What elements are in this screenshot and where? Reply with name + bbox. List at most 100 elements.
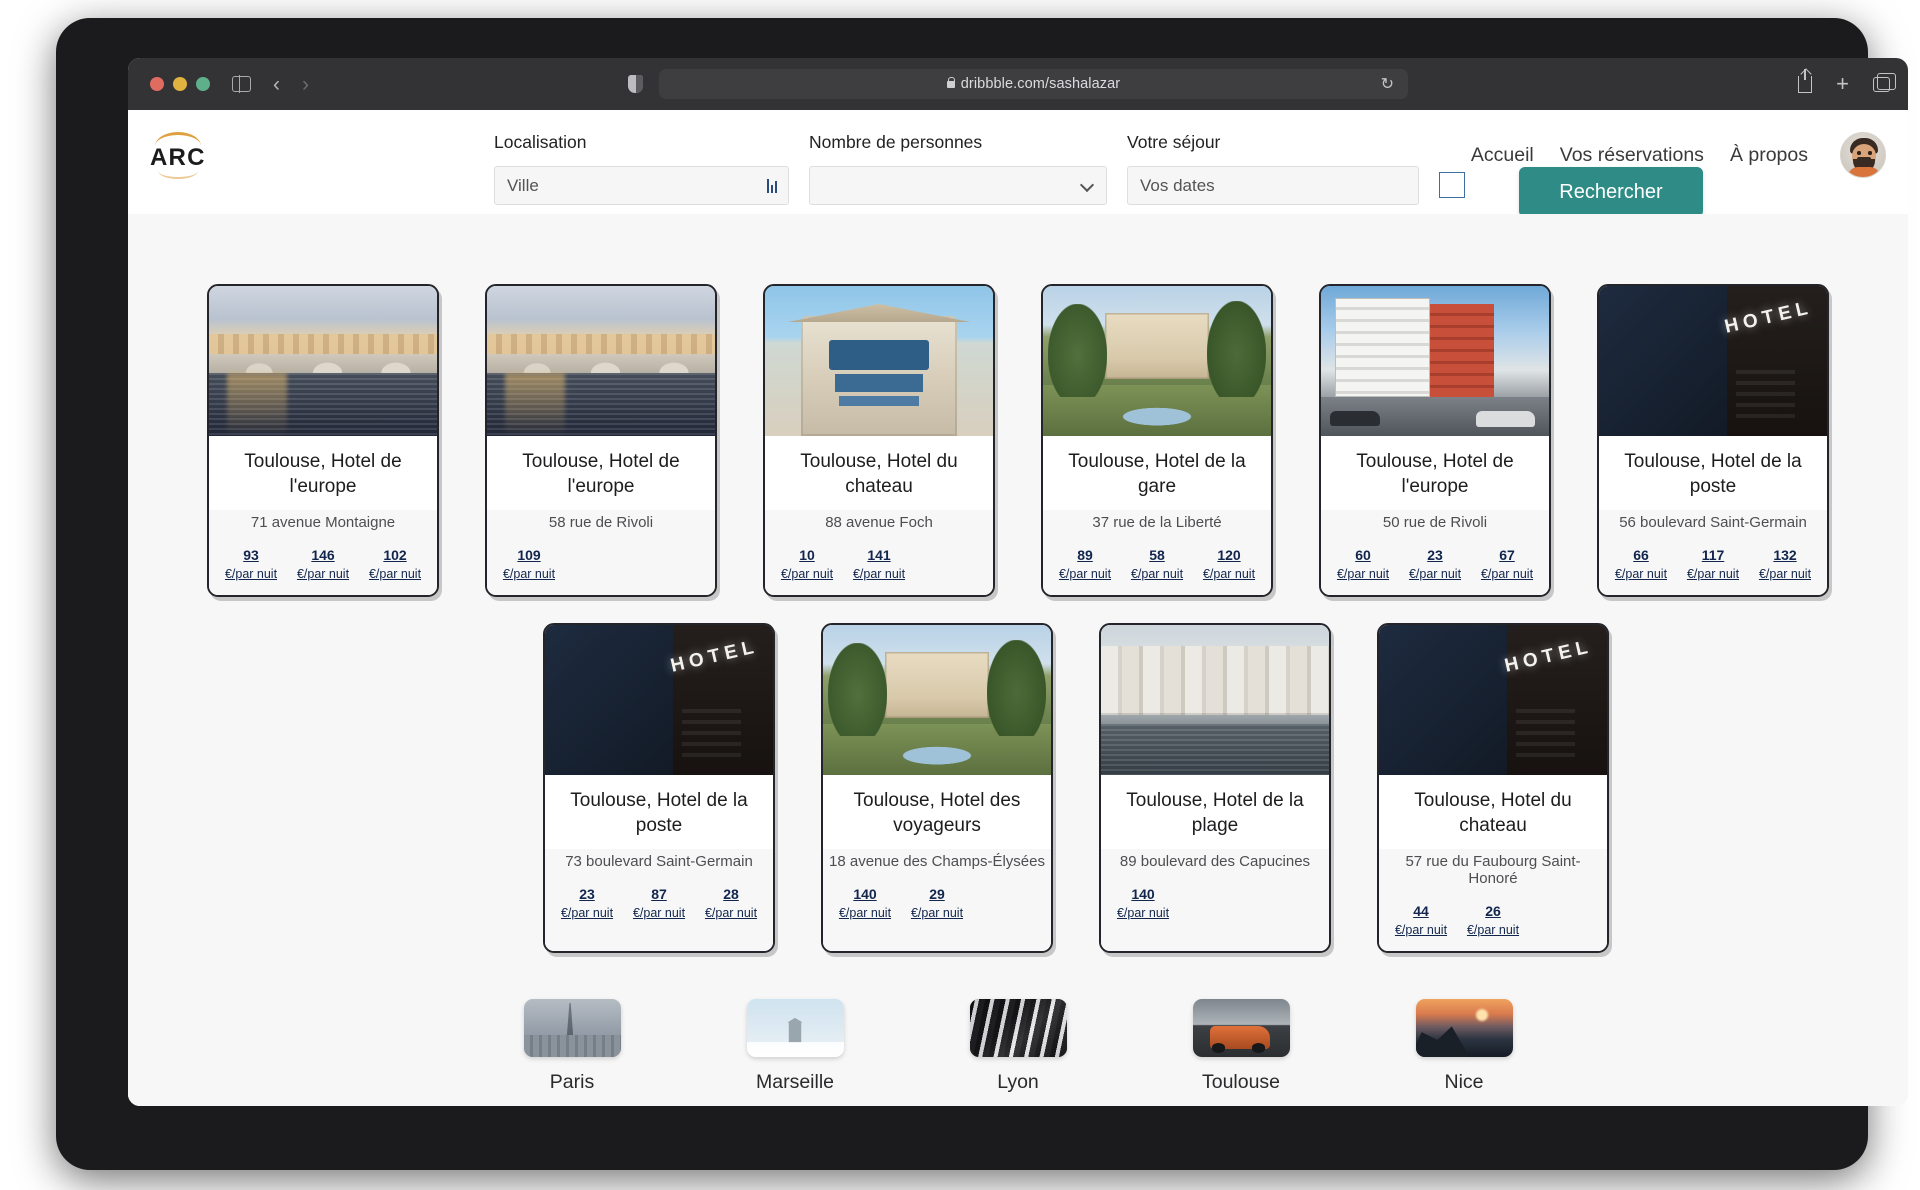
price-value[interactable]: 89	[1077, 547, 1093, 563]
address-bar[interactable]: dribbble.com/sashalazar ↻	[659, 69, 1408, 99]
hotel-card[interactable]: Toulouse, Hotel du chateau88 avenue Foch…	[763, 284, 995, 597]
price-cell[interactable]: 87 €/par nuit	[623, 886, 695, 937]
price-value[interactable]: 102	[383, 547, 406, 563]
price-cell[interactable]: 44€/par nuit	[1385, 903, 1457, 937]
hotel-card[interactable]: HOTELToulouse, Hotel de la poste73 boule…	[543, 623, 775, 953]
price-value[interactable]: 29	[929, 886, 945, 902]
price-value[interactable]: 87	[651, 886, 667, 902]
price-cell[interactable]: 10 €/par nuit	[771, 547, 843, 581]
shield-icon[interactable]	[628, 75, 643, 93]
nav-item-apropos[interactable]: À propos	[1730, 144, 1808, 167]
price-value[interactable]: 60	[1355, 547, 1371, 563]
price-cell[interactable]: 67 €/par nuit	[1471, 547, 1543, 581]
location-input[interactable]: Ville	[494, 166, 789, 205]
city-item-nice[interactable]: Nice	[1416, 999, 1513, 1094]
price-unit[interactable]: €/par nuit	[359, 567, 431, 581]
price-cell[interactable]: 23 €/par nuit	[551, 886, 623, 937]
price-value[interactable]: 26	[1485, 903, 1501, 919]
price-value[interactable]: 28	[723, 886, 739, 902]
price-unit[interactable]: €/par nuit	[1399, 567, 1471, 581]
price-unit[interactable]: €/par nuit	[1677, 567, 1749, 581]
price-unit[interactable]: €/par nuit	[1749, 567, 1821, 581]
price-cell[interactable]: 29 €/par nuit	[901, 886, 973, 937]
price-unit[interactable]: €/par nuit	[215, 567, 287, 581]
hotel-card[interactable]: HOTELToulouse, Hotel de la poste56 boule…	[1597, 284, 1829, 597]
price-unit[interactable]: €/par nuit	[1049, 567, 1121, 581]
hotel-card[interactable]: Toulouse, Hotel de l'europe58 rue de Riv…	[485, 284, 717, 597]
price-cell[interactable]: 89 €/par nuit	[1049, 547, 1121, 581]
price-cell[interactable]: 140 €/par nuit	[829, 886, 901, 937]
tabs-overview-icon[interactable]	[1873, 77, 1890, 92]
city-item-toulouse[interactable]: Toulouse	[1193, 999, 1290, 1094]
price-unit[interactable]: €/par nuit	[1121, 567, 1193, 581]
back-button[interactable]: ‹	[273, 74, 280, 95]
price-cell[interactable]: 28 €/par nuit	[695, 886, 767, 937]
hotel-card[interactable]: Toulouse, Hotel de la plage89 boulevard …	[1099, 623, 1331, 953]
maximize-window-button[interactable]	[196, 77, 210, 91]
price-cell[interactable]: 58 €/par nuit	[1121, 547, 1193, 581]
price-cell[interactable]: 132 €/par nuit	[1749, 547, 1821, 581]
price-cell[interactable]: 26 €/par nuit	[1457, 903, 1529, 937]
price-cell[interactable]: 23 €/par nuit	[1399, 547, 1471, 581]
price-value[interactable]: 93	[243, 547, 259, 563]
people-select[interactable]	[809, 166, 1107, 205]
price-cell[interactable]: 117€/par nuit	[1677, 547, 1749, 581]
price-unit[interactable]: €/par nuit	[287, 567, 359, 581]
forward-button[interactable]: ›	[302, 74, 309, 95]
price-unit[interactable]: €/par nuit	[771, 567, 843, 581]
close-window-button[interactable]	[150, 77, 164, 91]
price-value[interactable]: 67	[1499, 547, 1515, 563]
window-controls[interactable]	[150, 77, 210, 91]
hotel-card[interactable]: Toulouse, Hotel de l'europe71 avenue Mon…	[207, 284, 439, 597]
price-value[interactable]: 132	[1773, 547, 1796, 563]
price-value[interactable]: 44	[1413, 903, 1429, 919]
price-value[interactable]: 10	[799, 547, 815, 563]
search-option-checkbox[interactable]	[1439, 172, 1465, 198]
price-value[interactable]: 58	[1149, 547, 1165, 563]
price-value[interactable]: 109	[517, 547, 540, 563]
price-cell[interactable]: 93 €/par nuit	[215, 547, 287, 581]
price-unit[interactable]: €/par nuit	[843, 567, 915, 581]
price-cell[interactable]: 66€/par nuit	[1605, 547, 1677, 581]
nav-item-accueil[interactable]: Accueil	[1471, 144, 1534, 167]
nav-item-reservations[interactable]: Vos réservations	[1560, 144, 1704, 167]
price-unit[interactable]: €/par nuit	[1327, 567, 1399, 581]
hotel-card[interactable]: Toulouse, Hotel des voyageurs18 avenue d…	[821, 623, 1053, 953]
user-avatar[interactable]	[1840, 132, 1886, 178]
price-value[interactable]: 146	[311, 547, 334, 563]
price-unit[interactable]: €/par nuit	[1193, 567, 1265, 581]
city-item-paris[interactable]: Paris	[524, 999, 621, 1094]
city-item-lyon[interactable]: Lyon	[970, 999, 1067, 1094]
price-unit[interactable]: €/par nuit	[493, 567, 565, 581]
price-unit[interactable]: €/par nuit	[551, 906, 623, 920]
share-icon[interactable]	[1798, 76, 1812, 93]
new-tab-icon[interactable]: +	[1836, 73, 1849, 95]
sidebar-toggle-button[interactable]	[232, 76, 251, 92]
hotel-card[interactable]: Toulouse, Hotel de la gare37 rue de la L…	[1041, 284, 1273, 597]
price-cell[interactable]: 140 €/par nuit	[1107, 886, 1179, 937]
dates-input[interactable]: Vos dates	[1127, 166, 1419, 205]
price-value[interactable]: 66	[1633, 547, 1649, 563]
reload-icon[interactable]: ↻	[1381, 74, 1394, 94]
price-unit[interactable]: €/par nuit	[1457, 923, 1529, 937]
price-cell[interactable]: 60 €/par nuit	[1327, 547, 1399, 581]
price-unit[interactable]: €/par nuit	[901, 906, 973, 920]
price-cell[interactable]: 146 €/par nuit	[287, 547, 359, 581]
price-unit[interactable]: €/par nuit	[1471, 567, 1543, 581]
price-unit[interactable]: €/par nuit	[829, 906, 901, 920]
price-unit[interactable]: €/par nuit	[1107, 906, 1179, 920]
minimize-window-button[interactable]	[173, 77, 187, 91]
price-cell[interactable]: 141 €/par nuit	[843, 547, 915, 581]
price-value[interactable]: 23	[579, 886, 595, 902]
price-cell[interactable]: 102 €/par nuit	[359, 547, 431, 581]
hotel-card[interactable]: Toulouse, Hotel de l'europe50 rue de Riv…	[1319, 284, 1551, 597]
price-value[interactable]: 140	[853, 886, 876, 902]
hotel-card[interactable]: HOTELToulouse, Hotel du chateau57 rue du…	[1377, 623, 1609, 953]
price-value[interactable]: 120	[1217, 547, 1240, 563]
price-value[interactable]: 23	[1427, 547, 1443, 563]
price-unit[interactable]: €/par nuit	[623, 906, 695, 920]
price-value[interactable]: 141	[867, 547, 890, 563]
price-unit[interactable]: €/par nuit	[695, 906, 767, 920]
price-value[interactable]: 140	[1131, 886, 1154, 902]
price-cell[interactable]: 120 €/par nuit	[1193, 547, 1265, 581]
